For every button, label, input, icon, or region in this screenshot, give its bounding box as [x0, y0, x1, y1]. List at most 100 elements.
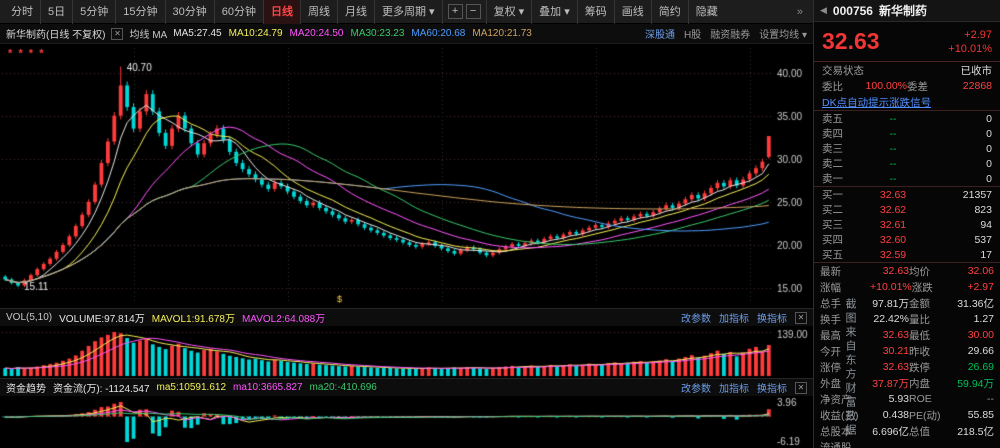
book-level-label: 买一: [822, 187, 852, 202]
weibi-value: 100.00%: [852, 80, 907, 92]
tool-简约[interactable]: 简约: [651, 0, 688, 24]
book-level-label: 买四: [822, 232, 852, 247]
stat-row: 最新32.63均价32.06: [814, 263, 1000, 279]
stat-value: 32.63: [870, 361, 909, 373]
zoom-controls: + −: [448, 4, 481, 19]
period-tab-60分钟[interactable]: 60分钟: [215, 0, 264, 24]
panel-action-改参数[interactable]: 改参数: [681, 310, 711, 325]
panel-action-换指标[interactable]: 换指标: [757, 380, 787, 395]
panel-action-改参数[interactable]: 改参数: [681, 380, 711, 395]
quote-stats: 最新32.63均价32.06涨幅+10.01%涨跌+2.97总手97.81万金额…: [814, 263, 1000, 448]
stat-label: 内盘: [909, 376, 955, 391]
period-tab-5日[interactable]: 5日: [41, 0, 73, 24]
toolbar-more-chevron-icon[interactable]: »: [791, 6, 809, 18]
volume-indicator-label: VOLUME:97.814万: [59, 310, 145, 325]
stat-label: 最新: [820, 264, 870, 279]
zoom-in-button[interactable]: +: [448, 4, 463, 19]
collapse-panel-icon[interactable]: ◀: [820, 5, 827, 16]
period-tab-周线[interactable]: 周线: [301, 0, 338, 24]
period-tab-更多周期[interactable]: 更多周期 ▾: [375, 0, 443, 24]
stat-label: 昨收: [909, 344, 955, 359]
stat-value: 5.93: [870, 393, 909, 405]
panel-action-加指标[interactable]: 加指标: [719, 380, 749, 395]
book-level-label: 卖五: [822, 111, 852, 126]
tool-画线[interactable]: 画线: [614, 0, 651, 24]
price-block: 32.63 +2.97 +10.01%: [814, 22, 1000, 62]
stat-value: 30.00: [955, 329, 994, 341]
close-panel-icon[interactable]: ✕: [795, 312, 807, 324]
header-link-H股[interactable]: H股: [684, 26, 701, 41]
money-flow-chart[interactable]: [0, 396, 813, 448]
stat-value: 32.06: [955, 265, 994, 277]
panel-action-换指标[interactable]: 换指标: [757, 310, 787, 325]
chart-header-links: 深股通 H股融资融券设置均线 ▾: [645, 26, 807, 41]
volume-chart[interactable]: [0, 326, 813, 378]
dk-signal-link[interactable]: DK点自动提示涨跌信号: [822, 95, 931, 110]
close-chart-icon[interactable]: ✕: [111, 28, 123, 40]
book-row: 卖一--0: [814, 171, 1000, 186]
stat-row: 流通股: [814, 439, 1000, 448]
volume-indicator-label: MAVOL2:64.088万: [242, 310, 325, 325]
close-panel-icon[interactable]: ✕: [795, 382, 807, 394]
stat-label: 收益(三): [820, 408, 870, 423]
stat-value: 22.42%: [870, 313, 909, 325]
bid-levels: 买一32.6321357买二32.62823买三32.6194买四32.6053…: [814, 187, 1000, 262]
weicha-value: 22868: [937, 80, 992, 92]
book-price: --: [852, 173, 934, 185]
stat-label: 涨幅: [820, 280, 870, 295]
stat-row: 涨停32.63跌停26.69: [814, 359, 1000, 375]
stat-label: 最低: [909, 328, 955, 343]
tool-筹码[interactable]: 筹码: [577, 0, 614, 24]
ma-value-label: MA20:24.50: [290, 28, 344, 39]
stat-row: 总手97.81万金额31.36亿: [814, 295, 1000, 311]
stat-value: 1.27: [955, 313, 994, 325]
book-row: 买一32.6321357: [814, 187, 1000, 202]
period-tabs: 分时5日5分钟15分钟30分钟60分钟日线周线月线更多周期 ▾: [4, 0, 443, 23]
book-row: 买五32.5917: [814, 247, 1000, 262]
price-change: +2.97: [964, 28, 992, 42]
stat-label: 均价: [909, 264, 955, 279]
stat-value: 26.69: [955, 361, 994, 373]
header-link-深股通[interactable]: 深股通: [645, 26, 675, 41]
dk-signal-row: DK点自动提示涨跌信号: [814, 94, 1000, 110]
book-volume: 21357: [934, 189, 992, 201]
tool-隐藏[interactable]: 隐藏: [688, 0, 725, 24]
period-tab-5分钟[interactable]: 5分钟: [73, 0, 116, 24]
header-link-融资融券[interactable]: 融资融券: [710, 26, 750, 41]
stat-label: 总值: [909, 424, 955, 439]
price-change-percent: +10.01%: [948, 42, 992, 56]
period-tab-月线[interactable]: 月线: [338, 0, 375, 24]
panel-action-加指标[interactable]: 加指标: [719, 310, 749, 325]
period-tab-15分钟[interactable]: 15分钟: [116, 0, 165, 24]
book-price: --: [852, 128, 934, 140]
trade-status-value: 已收市: [961, 63, 993, 78]
tool-复权[interactable]: 复权 ▾: [486, 0, 532, 24]
stat-value: +2.97: [958, 281, 994, 293]
stat-label: 外盘: [820, 376, 870, 391]
book-level-label: 买二: [822, 202, 852, 217]
stock-name: 新华制药: [879, 2, 927, 19]
header-link-设置均线[interactable]: 设置均线 ▾: [759, 26, 807, 41]
tool-叠加[interactable]: 叠加 ▾: [531, 0, 577, 24]
period-tab-30分钟[interactable]: 30分钟: [166, 0, 215, 24]
ma-value-label: MA120:21.73: [472, 28, 532, 39]
book-price: 32.61: [852, 219, 934, 231]
stat-value: 0.438: [870, 409, 909, 421]
quote-header: ◀ 000756 新华制药: [814, 0, 1000, 22]
price-change-block: +2.97 +10.01%: [948, 28, 992, 56]
stat-label: 总股本: [820, 424, 870, 439]
ma-value-labels: MA5:27.45MA10:24.79MA20:24.50MA30:23.23M…: [173, 28, 532, 39]
ma-value-label: MA10:24.79: [229, 28, 283, 39]
book-row: 卖二--0: [814, 156, 1000, 171]
ma-group-label[interactable]: 均线 MA: [129, 26, 167, 41]
period-tab-分时[interactable]: 分时: [4, 0, 41, 24]
book-row: 买三32.6194: [814, 217, 1000, 232]
stat-label: 换手: [820, 312, 870, 327]
stat-value: 97.81万: [870, 296, 909, 311]
stat-value: 29.66: [955, 345, 994, 357]
flow-indicator-label: ma5:10591.612: [157, 382, 227, 393]
main-candlestick-chart[interactable]: [0, 44, 813, 308]
zoom-out-button[interactable]: −: [466, 4, 481, 19]
period-tab-日线[interactable]: 日线: [264, 0, 301, 24]
chart-title: 新华制药(日线 不复权): [6, 26, 105, 41]
